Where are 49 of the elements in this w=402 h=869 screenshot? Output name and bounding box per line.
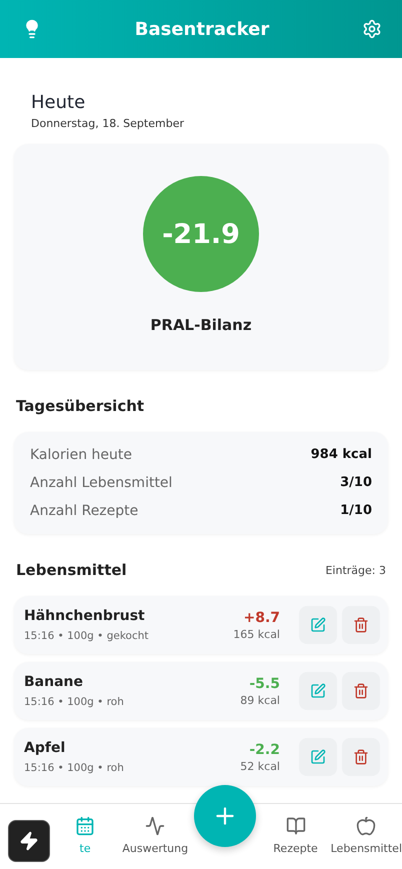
food-pral: -5.5 — [249, 676, 280, 692]
section-title: Tagesübersicht — [16, 397, 144, 415]
date-text: Donnerstag, 18. September — [31, 117, 185, 130]
overview-value: 3/10 — [340, 475, 372, 491]
line-chart-icon — [145, 816, 166, 836]
food-kcal: 52 kcal — [240, 760, 280, 772]
food-name: Hähnchenbrust — [24, 608, 146, 624]
food-meta: 15:16 • 100g • roh — [24, 762, 125, 774]
overview-label: Anzahl Rezepte — [30, 503, 138, 519]
book-icon — [286, 816, 306, 836]
edit-button[interactable] — [299, 672, 337, 710]
pral-label: PRAL-Bilanz — [150, 316, 252, 334]
add-button[interactable] — [194, 785, 256, 847]
nav-tab[interactable]: Lebensmittel — [330, 804, 402, 855]
food-pral: +8.7 — [243, 610, 280, 626]
edit-icon — [310, 683, 326, 699]
section-title: Lebensmittel — [16, 561, 127, 579]
lightning-button[interactable] — [8, 820, 50, 862]
delete-button[interactable] — [342, 606, 380, 644]
food-name: Banane — [24, 674, 84, 690]
lightning-icon — [19, 831, 39, 851]
overview-value: 984 kcal — [310, 447, 372, 463]
trash-icon — [353, 683, 369, 699]
settings-icon[interactable] — [362, 19, 382, 39]
food-kcal: 89 kcal — [240, 694, 280, 706]
trash-icon — [353, 617, 369, 633]
overview-label: Anzahl Lebensmittel — [30, 475, 172, 491]
nav-tab[interactable]: Auswertung — [120, 804, 190, 855]
food-kcal: 165 kcal — [233, 628, 280, 640]
app-title: Basentracker — [134, 18, 270, 40]
calendar-icon — [75, 816, 96, 836]
delete-button[interactable] — [342, 738, 380, 776]
food-name: Apfel — [24, 740, 66, 756]
overview-label: Kalorien heute — [30, 447, 132, 463]
edit-button[interactable] — [299, 606, 337, 644]
food-meta: 15:16 • 100g • gekocht — [24, 630, 150, 642]
pral-circle: -21.9 — [143, 176, 259, 292]
nav-tab[interactable]: Rezepte — [260, 804, 331, 855]
overview-value: 1/10 — [340, 503, 372, 519]
edit-icon — [310, 617, 326, 633]
food-meta: 15:16 • 100g • roh — [24, 696, 125, 708]
apple-icon — [356, 816, 376, 836]
delete-button[interactable] — [342, 672, 380, 710]
edit-button[interactable] — [299, 738, 337, 776]
food-pral: -2.2 — [249, 742, 280, 758]
today-title: Heute — [31, 92, 86, 113]
entry-count: Einträge: 3 — [325, 564, 386, 576]
trash-icon — [353, 749, 369, 765]
edit-icon — [310, 749, 326, 765]
